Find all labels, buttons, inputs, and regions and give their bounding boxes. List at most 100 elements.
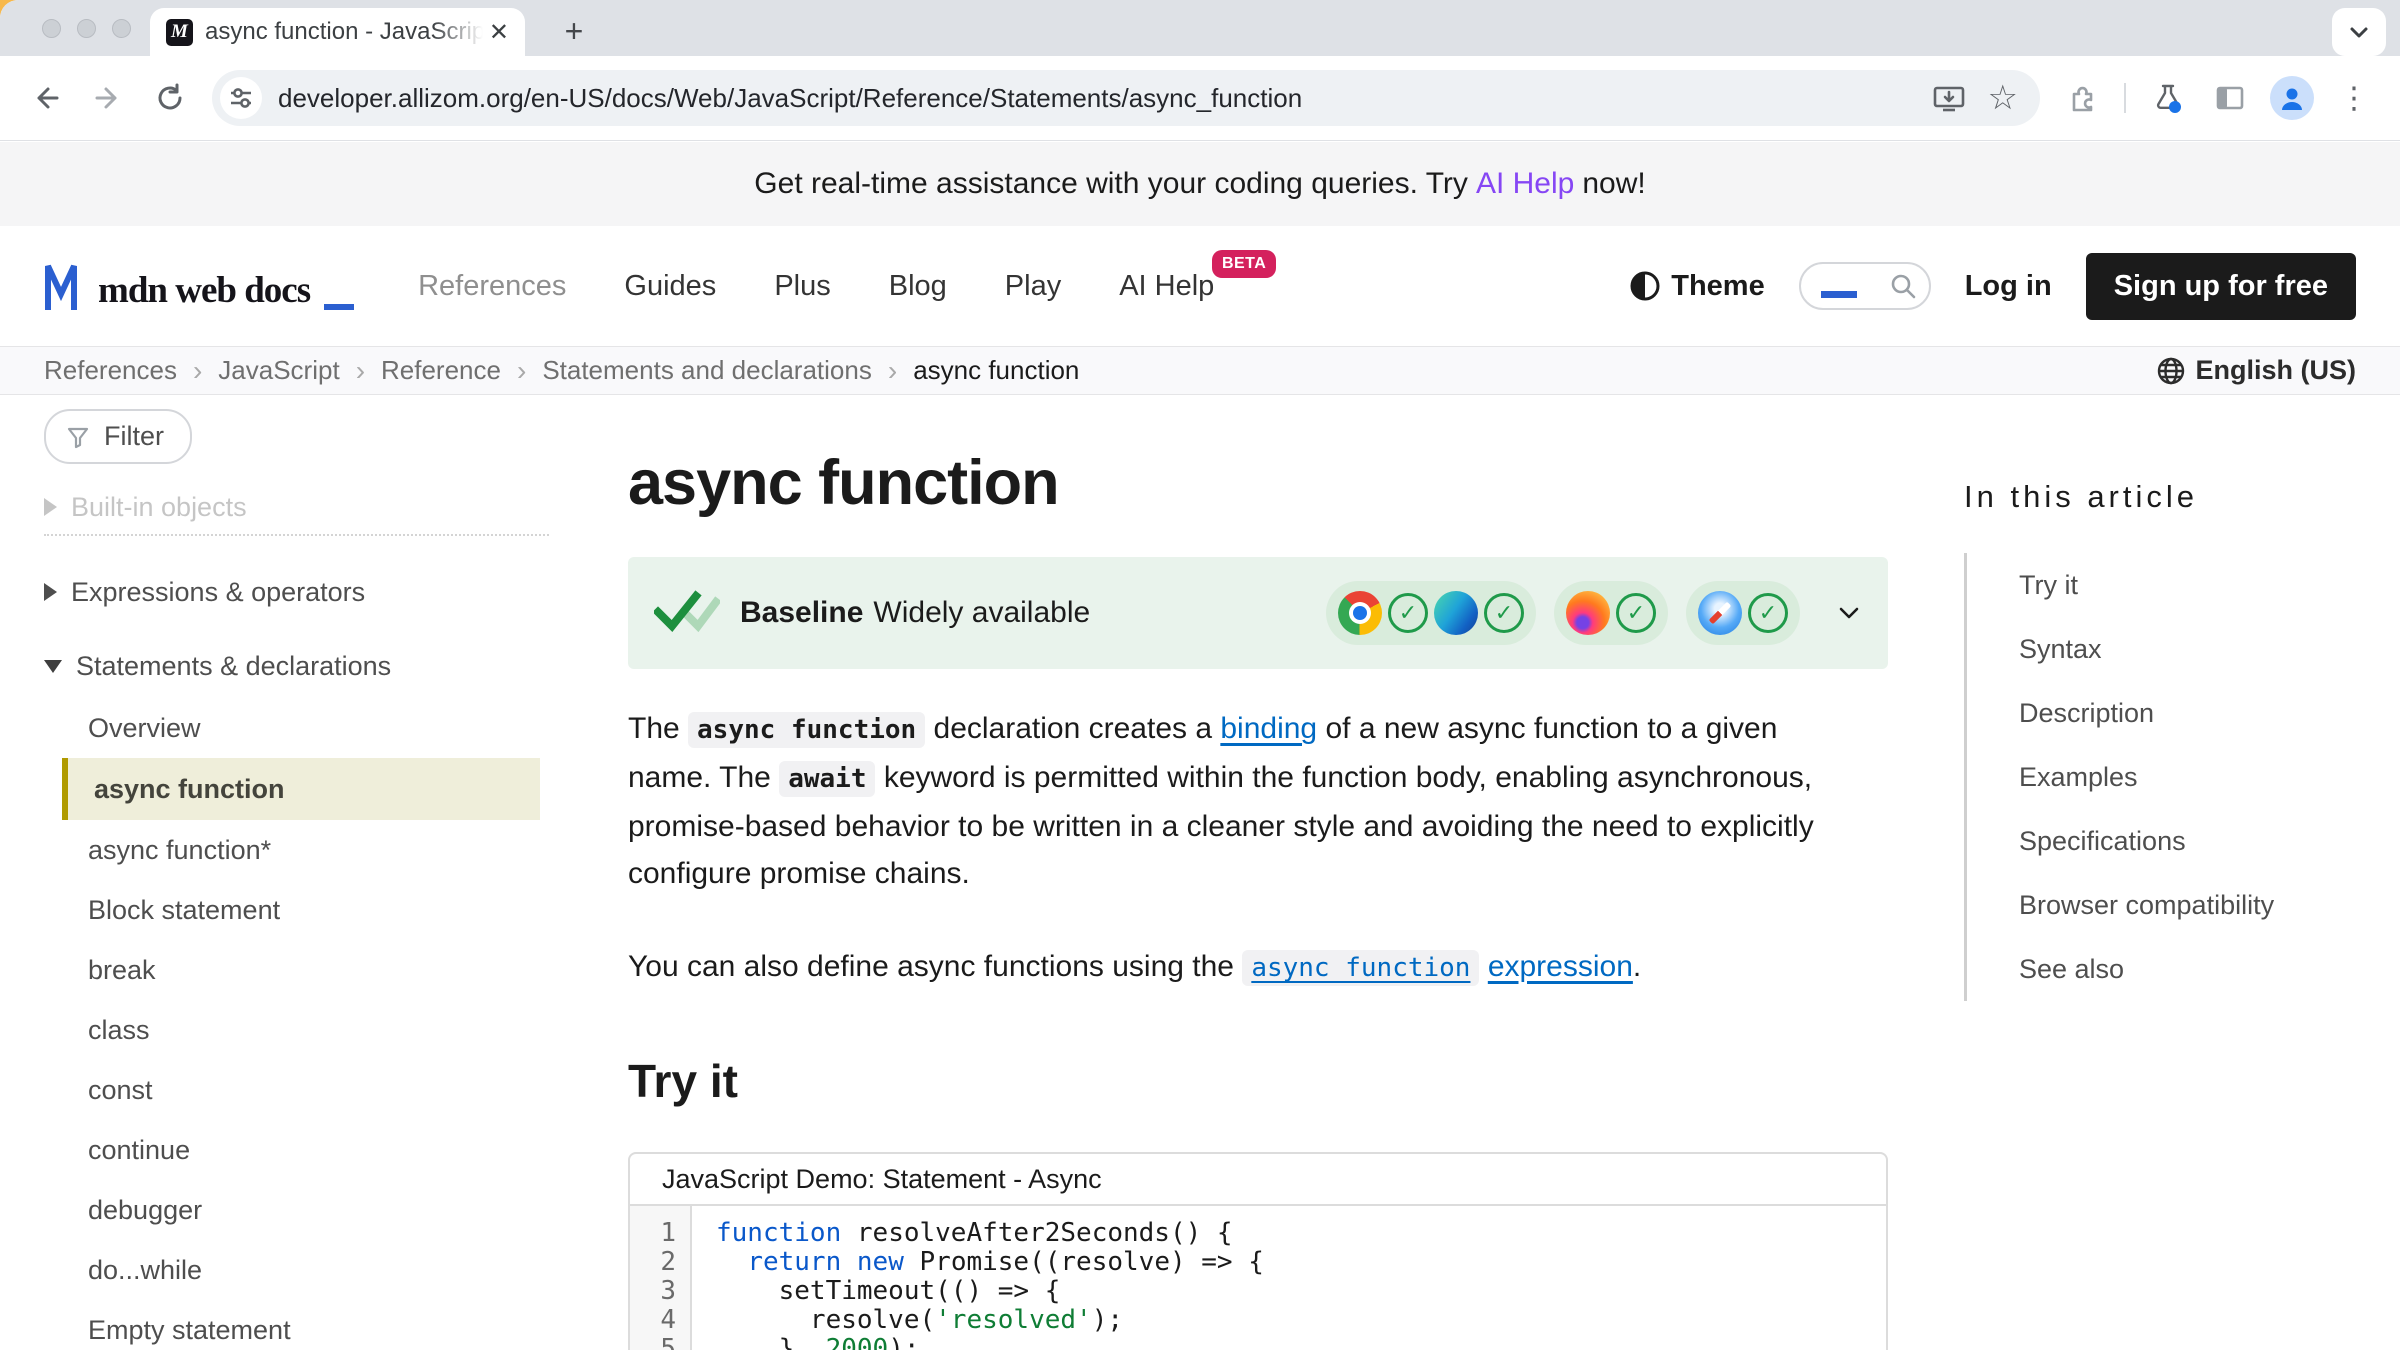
crumb-references[interactable]: References [44, 355, 177, 386]
install-icon[interactable] [1932, 83, 1966, 113]
collapsed-triangle-icon [44, 498, 57, 516]
sidebar-item-empty-statement[interactable]: Empty statement [62, 1300, 540, 1350]
theme-label: Theme [1671, 270, 1764, 303]
page-viewport: Get real-time assistance with your codin… [0, 142, 2400, 1350]
toc-item-examples[interactable]: Examples [2019, 745, 2384, 809]
collapsed-triangle-icon [44, 583, 57, 601]
binding-link[interactable]: binding [1220, 712, 1317, 745]
line-number: 3 [630, 1277, 676, 1306]
sidebar-item-continue[interactable]: continue [62, 1120, 540, 1180]
code-content[interactable]: function resolveAfter2Seconds() { return… [692, 1206, 1886, 1350]
sidebar-item-overview[interactable]: Overview [62, 698, 540, 758]
code-line: resolve('resolved'); [716, 1306, 1886, 1335]
safari-pill: ✓ [1686, 581, 1800, 645]
sidebar-item-const[interactable]: const [62, 1060, 540, 1120]
sidebar-divider [44, 534, 549, 536]
logo-underscore [324, 304, 354, 310]
code-editor[interactable]: 1 2 3 4 5 6 function resolveAfter2Second… [630, 1206, 1886, 1350]
menu-button[interactable]: ⋮ [2326, 70, 2382, 126]
reload-button[interactable] [142, 70, 198, 126]
nav-references[interactable]: References [418, 270, 566, 303]
code-line: return new Promise((resolve) => { [716, 1248, 1886, 1277]
address-bar[interactable]: developer.allizom.org/en-US/docs/Web/Jav… [212, 70, 2040, 126]
globe-icon [2156, 356, 2186, 386]
site-settings-button[interactable] [220, 77, 262, 119]
window-zoom-button[interactable] [112, 19, 131, 38]
window-minimize-button[interactable] [77, 19, 96, 38]
new-tab-button[interactable]: + [552, 10, 596, 54]
experiments-button[interactable] [2140, 70, 2196, 126]
crumb-reference[interactable]: Reference [381, 355, 501, 386]
login-link[interactable]: Log in [1965, 270, 2052, 303]
code-line: setTimeout(() => { [716, 1277, 1886, 1306]
sidebar-item-expressions[interactable]: Expressions & operators [44, 560, 560, 624]
ai-help-link[interactable]: AI Help [1476, 167, 1574, 201]
crumb-statements[interactable]: Statements and declarations [542, 355, 872, 386]
toc-item-see-also[interactable]: See also [2019, 937, 2384, 1001]
toc-item-description[interactable]: Description [2019, 681, 2384, 745]
extensions-button[interactable] [2054, 70, 2110, 126]
tab-close-icon[interactable]: ✕ [489, 18, 509, 47]
window-close-button[interactable] [42, 19, 61, 38]
expression-link[interactable]: expression [1488, 950, 1633, 983]
profile-button[interactable] [2264, 70, 2320, 126]
theme-icon [1629, 270, 1661, 302]
sidebar-item-statements[interactable]: Statements & declarations [44, 634, 560, 698]
nav-ai-help[interactable]: AI Help BETA [1119, 270, 1214, 303]
nav-plus[interactable]: Plus [774, 270, 830, 303]
check-circle-icon: ✓ [1616, 593, 1656, 633]
nav-blog[interactable]: Blog [889, 270, 947, 303]
url-text[interactable]: developer.allizom.org/en-US/docs/Web/Jav… [278, 83, 1932, 114]
baseline-icon [654, 588, 720, 638]
back-button[interactable] [18, 70, 74, 126]
sidebar-item-class[interactable]: class [62, 1000, 540, 1060]
tab-search-button[interactable] [2332, 8, 2386, 56]
crumb-separator-icon: › [517, 355, 526, 387]
flask-icon [2152, 82, 2184, 114]
window-controls [42, 19, 131, 38]
sidebar-item-debugger[interactable]: debugger [62, 1180, 540, 1240]
nav-guides[interactable]: Guides [624, 270, 716, 303]
forward-button[interactable] [80, 70, 136, 126]
filter-button[interactable]: Filter [44, 409, 192, 464]
sidebar-item-async-function-star[interactable]: async function* [62, 820, 540, 880]
search-input[interactable] [1799, 262, 1931, 310]
expanded-triangle-icon [44, 660, 62, 673]
toc-item-browser-compatibility[interactable]: Browser compatibility [2019, 873, 2384, 937]
crumb-separator-icon: › [888, 355, 897, 387]
logo-text: mdn web docs [98, 269, 310, 312]
theme-toggle[interactable]: Theme [1629, 270, 1764, 303]
sidebar-item-built-in-objects[interactable]: Built-in objects [44, 482, 560, 532]
sidebar-item-block-statement[interactable]: Block statement [62, 880, 540, 940]
bookmark-star-icon[interactable]: ☆ [1988, 81, 2018, 115]
async-function-expression-code-link[interactable]: async function [1242, 950, 1479, 986]
interactive-example: JavaScript Demo: Statement - Async 1 2 3… [628, 1152, 1888, 1350]
puzzle-icon [2067, 83, 2097, 113]
toc-item-specifications[interactable]: Specifications [2019, 809, 2384, 873]
crumb-javascript[interactable]: JavaScript [218, 355, 339, 386]
nav-play[interactable]: Play [1005, 270, 1061, 303]
sidebar-item-do-while[interactable]: do...while [62, 1240, 540, 1300]
browser-tab[interactable]: M async function - JavaScript | ✕ [150, 8, 525, 56]
mdn-logo[interactable]: mdn web docs [44, 260, 354, 312]
sidebar-item-async-function-active[interactable]: async function [62, 758, 540, 820]
sidebar-item-break[interactable]: break [62, 940, 540, 1000]
signup-button[interactable]: Sign up for free [2086, 253, 2356, 320]
baseline-banner[interactable]: BaselineWidely available ✓ ✓ ✓ [628, 557, 1888, 669]
check-circle-icon: ✓ [1388, 593, 1428, 633]
line-number: 2 [630, 1248, 676, 1277]
inline-code: async function [688, 712, 925, 748]
toc-item-try-it[interactable]: Try it [2019, 553, 2384, 617]
text [1479, 950, 1487, 983]
mdn-favicon: M [166, 19, 193, 46]
table-of-contents: In this article Try it Syntax Descriptio… [1964, 395, 2384, 1350]
main-nav: References Guides Plus Blog Play AI Help… [418, 270, 1214, 303]
forward-icon [93, 83, 123, 113]
demo-title: JavaScript Demo: Statement - Async [630, 1154, 1886, 1206]
language-switcher[interactable]: English (US) [2156, 355, 2357, 386]
chevron-down-icon[interactable] [1836, 600, 1862, 626]
article: async function BaselineWidely available … [628, 395, 1888, 1350]
chrome-icon [1338, 591, 1382, 635]
side-panel-button[interactable] [2202, 70, 2258, 126]
toc-item-syntax[interactable]: Syntax [2019, 617, 2384, 681]
